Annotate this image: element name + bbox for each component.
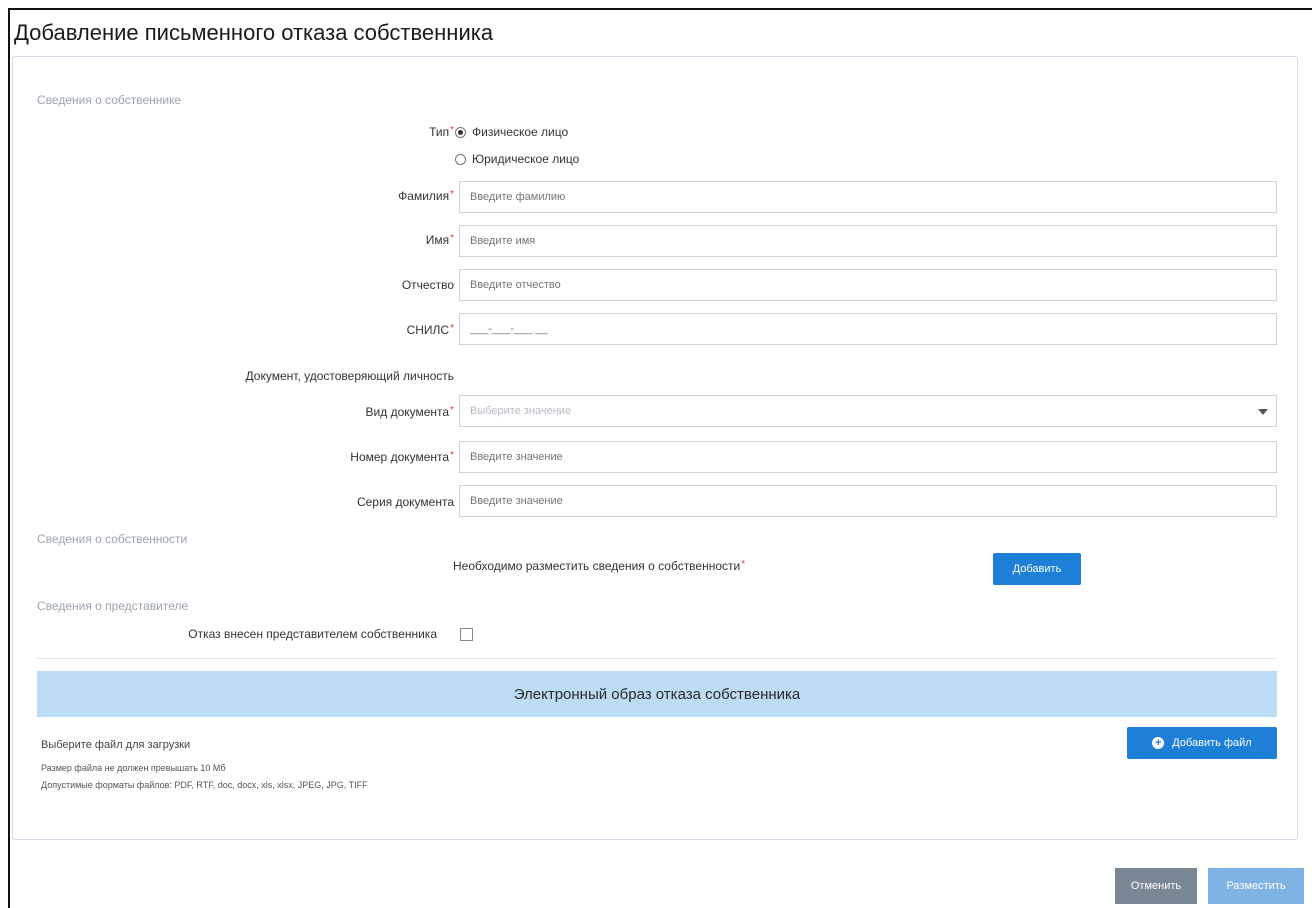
patronymic-input[interactable] xyxy=(459,269,1277,301)
doc-type-label-text: Вид документа xyxy=(365,405,450,419)
choose-file-text: Выберите файл для загрузки xyxy=(41,739,191,751)
type-option-legal[interactable]: Юридическое лицо xyxy=(455,152,579,166)
property-required-label: Необходимо разместить сведения о собстве… xyxy=(453,559,741,573)
radio-checked-icon[interactable] xyxy=(455,126,466,138)
patronymic-label: Отчество xyxy=(401,278,454,292)
name-label: Имя* xyxy=(426,233,454,247)
formats-note: Допустимые форматы файлов: PDF, RTF, doc… xyxy=(41,780,368,790)
name-label-text: Имя xyxy=(425,233,450,247)
cancel-button[interactable]: Отменить xyxy=(1115,868,1197,904)
add-file-button[interactable]: + Добавить файл xyxy=(1127,727,1277,759)
plus-circle-icon: + xyxy=(1152,737,1165,749)
name-input[interactable] xyxy=(459,225,1277,257)
chevron-down-icon[interactable] xyxy=(1258,409,1268,415)
doc-type-placeholder: Выберите значение xyxy=(470,405,572,417)
required-mark: * xyxy=(741,559,746,570)
owner-section-heading: Сведения о собственнике xyxy=(37,93,182,107)
doc-type-select[interactable]: Выберите значение xyxy=(459,395,1277,427)
type-label: Тип* xyxy=(429,125,454,139)
type-option-individual[interactable]: Физическое лицо xyxy=(455,125,568,139)
doc-type-label: Вид документа* xyxy=(366,405,454,419)
surname-label-text: Фамилия xyxy=(398,189,450,203)
divider xyxy=(37,658,1277,659)
required-mark: * xyxy=(450,233,454,244)
add-file-button-label: Добавить файл xyxy=(1172,737,1252,749)
doc-series-input[interactable] xyxy=(459,485,1277,517)
doc-number-label: Номер документа* xyxy=(350,450,454,464)
id-doc-heading: Документ, удостоверяющий личность xyxy=(245,369,454,383)
required-mark: * xyxy=(450,405,454,416)
type-label-text: Тип xyxy=(429,125,450,139)
snils-label-text: СНИЛС xyxy=(406,323,450,337)
size-note: Размер файла не должен превышать 10 Мб xyxy=(41,763,226,773)
representative-section-heading: Сведения о представителе xyxy=(37,599,189,613)
surname-input[interactable] xyxy=(459,181,1277,213)
property-required-text: Необходимо разместить сведения о собстве… xyxy=(453,559,745,573)
doc-series-label: Серия документа xyxy=(356,495,454,509)
representative-checkbox-label: Отказ внесен представителем собственника xyxy=(188,627,437,641)
submit-button[interactable]: Разместить xyxy=(1208,868,1304,904)
snils-label: СНИЛС* xyxy=(407,323,454,337)
upload-banner: Электронный образ отказа собственника xyxy=(37,671,1277,717)
type-option-individual-label: Физическое лицо xyxy=(472,125,569,139)
representative-checkbox[interactable] xyxy=(460,628,473,641)
required-mark: * xyxy=(450,189,454,200)
doc-number-input[interactable] xyxy=(459,441,1277,473)
radio-unchecked-icon[interactable] xyxy=(455,153,466,165)
required-mark: * xyxy=(450,450,454,461)
doc-number-label-text: Номер документа xyxy=(350,450,450,464)
page-title: Добавление письменного отказа собственни… xyxy=(14,20,494,45)
add-property-button[interactable]: Добавить xyxy=(993,553,1081,585)
form-panel: Сведения о собственнике Тип* Физическое … xyxy=(12,56,1298,840)
required-mark: * xyxy=(450,125,454,136)
property-section-heading: Сведения о собственности xyxy=(37,532,188,546)
required-mark: * xyxy=(450,323,454,334)
surname-label: Фамилия* xyxy=(398,189,454,203)
snils-input[interactable] xyxy=(459,313,1277,345)
type-option-legal-label: Юридическое лицо xyxy=(472,152,580,166)
